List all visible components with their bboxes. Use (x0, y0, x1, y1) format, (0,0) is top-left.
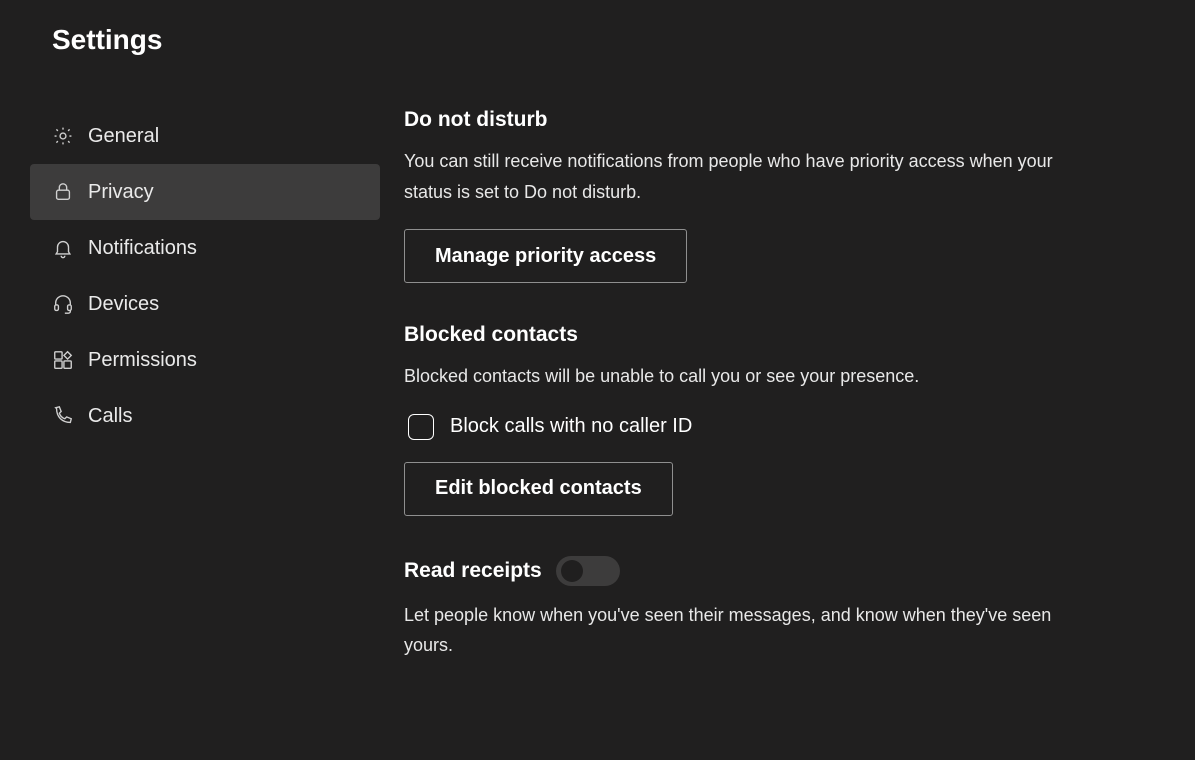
edit-blocked-contacts-button[interactable]: Edit blocked contacts (404, 462, 673, 516)
read-receipts-section: Read receipts Let people know when you'v… (404, 556, 1080, 661)
blocked-contacts-heading: Blocked contacts (404, 323, 1080, 347)
blocked-contacts-description: Blocked contacts will be unable to call … (404, 361, 1080, 392)
phone-icon (52, 405, 88, 427)
dnd-section: Do not disturb You can still receive not… (404, 108, 1080, 283)
headset-icon (52, 293, 88, 315)
settings-sidebar: General Privacy Notifications Devices (0, 108, 380, 701)
sidebar-item-general[interactable]: General (30, 108, 380, 164)
sidebar-item-label: Calls (88, 405, 132, 428)
checkbox-box (408, 414, 434, 440)
bell-icon (52, 237, 88, 259)
lock-icon (52, 181, 88, 203)
dnd-heading: Do not disturb (404, 108, 1080, 132)
sidebar-item-calls[interactable]: Calls (30, 388, 380, 444)
block-no-caller-id-checkbox[interactable]: Block calls with no caller ID (408, 414, 1080, 440)
sidebar-item-label: Devices (88, 293, 159, 316)
sidebar-item-label: Privacy (88, 181, 154, 204)
sidebar-item-notifications[interactable]: Notifications (30, 220, 380, 276)
manage-priority-access-button[interactable]: Manage priority access (404, 229, 687, 283)
sidebar-item-permissions[interactable]: Permissions (30, 332, 380, 388)
sidebar-item-label: General (88, 125, 159, 148)
read-receipts-toggle[interactable] (556, 556, 620, 586)
read-receipts-description: Let people know when you've seen their m… (404, 600, 1080, 661)
sidebar-item-label: Permissions (88, 349, 197, 372)
checkbox-label: Block calls with no caller ID (450, 415, 692, 438)
blocked-contacts-section: Blocked contacts Blocked contacts will b… (404, 323, 1080, 516)
sidebar-item-privacy[interactable]: Privacy (30, 164, 380, 220)
dnd-description: You can still receive notifications from… (404, 146, 1080, 207)
read-receipts-heading: Read receipts (404, 559, 542, 583)
page-title: Settings (0, 18, 1195, 60)
sidebar-item-label: Notifications (88, 237, 197, 260)
apps-icon (52, 349, 88, 371)
gear-icon (52, 125, 88, 147)
sidebar-item-devices[interactable]: Devices (30, 276, 380, 332)
settings-content: Do not disturb You can still receive not… (380, 108, 1140, 701)
